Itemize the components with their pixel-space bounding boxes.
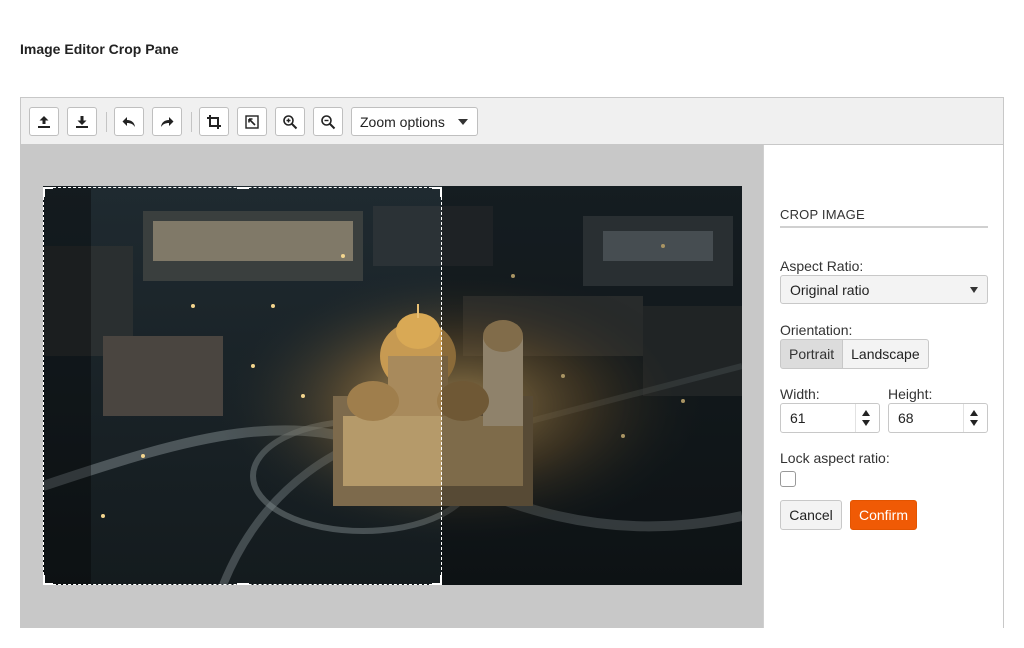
lock-aspect-ratio-checkbox[interactable] <box>780 471 796 487</box>
aspect-ratio-value: Original ratio <box>790 282 870 298</box>
download-button[interactable] <box>67 107 97 136</box>
height-spinner[interactable] <box>970 410 980 426</box>
image-canvas[interactable] <box>21 145 763 628</box>
toolbar-separator <box>106 112 107 132</box>
width-label: Width: <box>780 386 820 402</box>
zoom-options-dropdown[interactable]: Zoom options <box>351 107 478 136</box>
height-label: Height: <box>888 386 933 402</box>
crop-handle-bottom-left[interactable] <box>43 575 53 585</box>
redo-button[interactable] <box>152 107 182 136</box>
orientation-landscape-button[interactable]: Landscape <box>843 339 929 369</box>
crop-handle-top-right[interactable] <box>432 187 442 197</box>
height-input[interactable]: 68 <box>888 403 988 433</box>
crop-selection-box[interactable] <box>43 187 442 585</box>
cancel-button[interactable]: Cancel <box>780 500 842 530</box>
crop-panel-title: CROP IMAGE <box>780 207 988 228</box>
toolbar-separator <box>191 112 192 132</box>
crop-handle-bottom-right[interactable] <box>432 575 442 585</box>
page-title: Image Editor Crop Pane <box>20 41 179 57</box>
crop-handle-bottom[interactable] <box>237 583 249 585</box>
zoom-out-icon <box>321 114 336 129</box>
chevron-down-icon <box>458 119 468 125</box>
chevron-down-icon <box>970 287 978 293</box>
crop-button[interactable] <box>199 107 229 136</box>
crop-icon <box>207 114 221 129</box>
confirm-button[interactable]: Confirm <box>850 500 917 530</box>
undo-icon <box>122 116 135 127</box>
divider <box>855 404 856 432</box>
crop-handle-top-left[interactable] <box>43 187 53 197</box>
zoom-out-button[interactable] <box>313 107 343 136</box>
orientation-label: Orientation: <box>780 322 853 338</box>
image-editor: Zoom options CROP IMAGE Aspect Ratio: Or… <box>20 97 1004 628</box>
transform-button[interactable] <box>237 107 267 136</box>
aspect-ratio-select[interactable]: Original ratio <box>780 275 988 304</box>
width-value: 61 <box>790 410 806 426</box>
toolbar: Zoom options <box>21 98 1003 145</box>
upload-button[interactable] <box>29 107 59 136</box>
width-spinner[interactable] <box>862 410 872 426</box>
zoom-options-label: Zoom options <box>360 113 445 130</box>
lock-aspect-ratio-label: Lock aspect ratio: <box>780 450 890 466</box>
undo-button[interactable] <box>114 107 144 136</box>
crop-handle-top[interactable] <box>237 187 249 189</box>
download-icon <box>76 115 88 128</box>
zoom-in-button[interactable] <box>275 107 305 136</box>
aspect-ratio-label: Aspect Ratio: <box>780 258 864 274</box>
transform-icon <box>245 114 259 129</box>
redo-icon <box>161 116 174 127</box>
crop-panel: CROP IMAGE Aspect Ratio: Original ratio … <box>763 145 1003 628</box>
height-value: 68 <box>898 410 914 426</box>
orientation-portrait-button[interactable]: Portrait <box>780 339 844 369</box>
upload-icon <box>38 115 50 128</box>
width-input[interactable]: 61 <box>780 403 880 433</box>
divider <box>963 404 964 432</box>
orientation-toggle: Portrait Landscape <box>780 339 929 369</box>
zoom-in-icon <box>283 114 298 129</box>
